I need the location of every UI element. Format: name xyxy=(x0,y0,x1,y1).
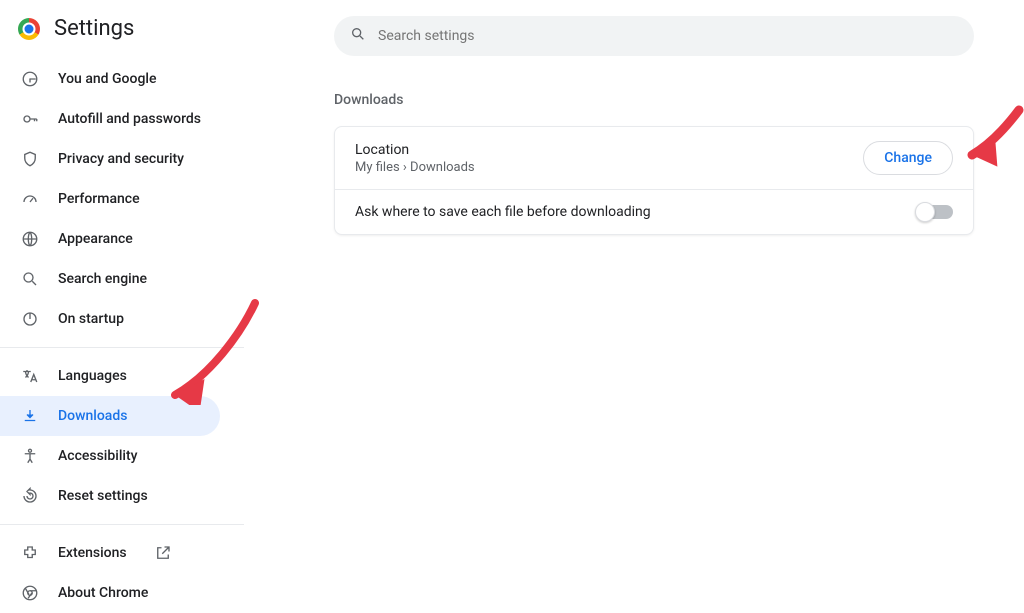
sidebar-item-label: Appearance xyxy=(58,231,133,247)
sidebar-item-on-startup[interactable]: On startup xyxy=(0,299,220,339)
reset-icon xyxy=(20,486,40,506)
extension-icon xyxy=(20,543,40,563)
sidebar-nav: You and Google Autofill and passwords Pr… xyxy=(0,59,244,613)
location-row: Location My files › Downloads Change xyxy=(335,127,973,189)
sidebar-item-label: Performance xyxy=(58,191,140,207)
sidebar-item-label: About Chrome xyxy=(58,585,148,601)
sidebar-item-label: Autofill and passwords xyxy=(58,111,201,127)
location-label: Location xyxy=(355,142,475,158)
sidebar-item-privacy[interactable]: Privacy and security xyxy=(0,139,220,179)
accessibility-icon xyxy=(20,446,40,466)
shield-icon xyxy=(20,149,40,169)
sidebar-item-you-and-google[interactable]: You and Google xyxy=(0,59,220,99)
translate-icon xyxy=(20,366,40,386)
sidebar: Settings You and Google Autofill and pas… xyxy=(0,0,244,576)
ask-where-toggle[interactable] xyxy=(917,205,953,219)
sidebar-item-label: Languages xyxy=(58,368,127,384)
divider xyxy=(0,347,244,348)
sidebar-item-about-chrome[interactable]: About Chrome xyxy=(0,573,220,613)
page-title: Settings xyxy=(54,16,134,41)
sidebar-item-autofill[interactable]: Autofill and passwords xyxy=(0,99,220,139)
download-icon xyxy=(20,406,40,426)
ask-where-label: Ask where to save each file before downl… xyxy=(355,204,651,220)
sidebar-item-downloads[interactable]: Downloads xyxy=(0,396,220,436)
chrome-logo-icon xyxy=(18,18,40,40)
sidebar-item-label: On startup xyxy=(58,311,124,327)
divider xyxy=(0,524,244,525)
search-bar[interactable] xyxy=(334,16,974,56)
main-content: Downloads Location My files › Downloads … xyxy=(244,0,1024,576)
sidebar-item-search-engine[interactable]: Search engine xyxy=(0,259,220,299)
change-button[interactable]: Change xyxy=(863,141,953,175)
sidebar-item-label: Accessibility xyxy=(58,448,137,464)
sidebar-item-accessibility[interactable]: Accessibility xyxy=(0,436,220,476)
sidebar-item-label: Search engine xyxy=(58,271,147,287)
sidebar-item-extensions[interactable]: Extensions xyxy=(0,533,220,573)
section-title: Downloads xyxy=(334,92,982,108)
sidebar-item-label: You and Google xyxy=(58,71,156,87)
sidebar-item-label: Downloads xyxy=(58,408,127,424)
google-g-icon xyxy=(20,69,40,89)
search-input[interactable] xyxy=(378,28,958,44)
sidebar-item-performance[interactable]: Performance xyxy=(0,179,220,219)
sidebar-item-reset[interactable]: Reset settings xyxy=(0,476,220,516)
downloads-card: Location My files › Downloads Change Ask… xyxy=(334,126,974,235)
sidebar-item-label: Reset settings xyxy=(58,488,148,504)
external-link-icon xyxy=(153,543,173,563)
speedometer-icon xyxy=(20,189,40,209)
power-icon xyxy=(20,309,40,329)
search-icon xyxy=(20,269,40,289)
key-icon xyxy=(20,109,40,129)
sidebar-header: Settings xyxy=(0,16,244,59)
sidebar-item-label: Extensions xyxy=(58,545,127,561)
sidebar-item-languages[interactable]: Languages xyxy=(0,356,220,396)
ask-where-row: Ask where to save each file before downl… xyxy=(335,189,973,234)
sidebar-item-appearance[interactable]: Appearance xyxy=(0,219,220,259)
search-icon xyxy=(350,26,366,46)
sidebar-item-label: Privacy and security xyxy=(58,151,184,167)
palette-icon xyxy=(20,229,40,249)
location-path: My files › Downloads xyxy=(355,160,475,175)
chrome-outline-icon xyxy=(20,583,40,603)
